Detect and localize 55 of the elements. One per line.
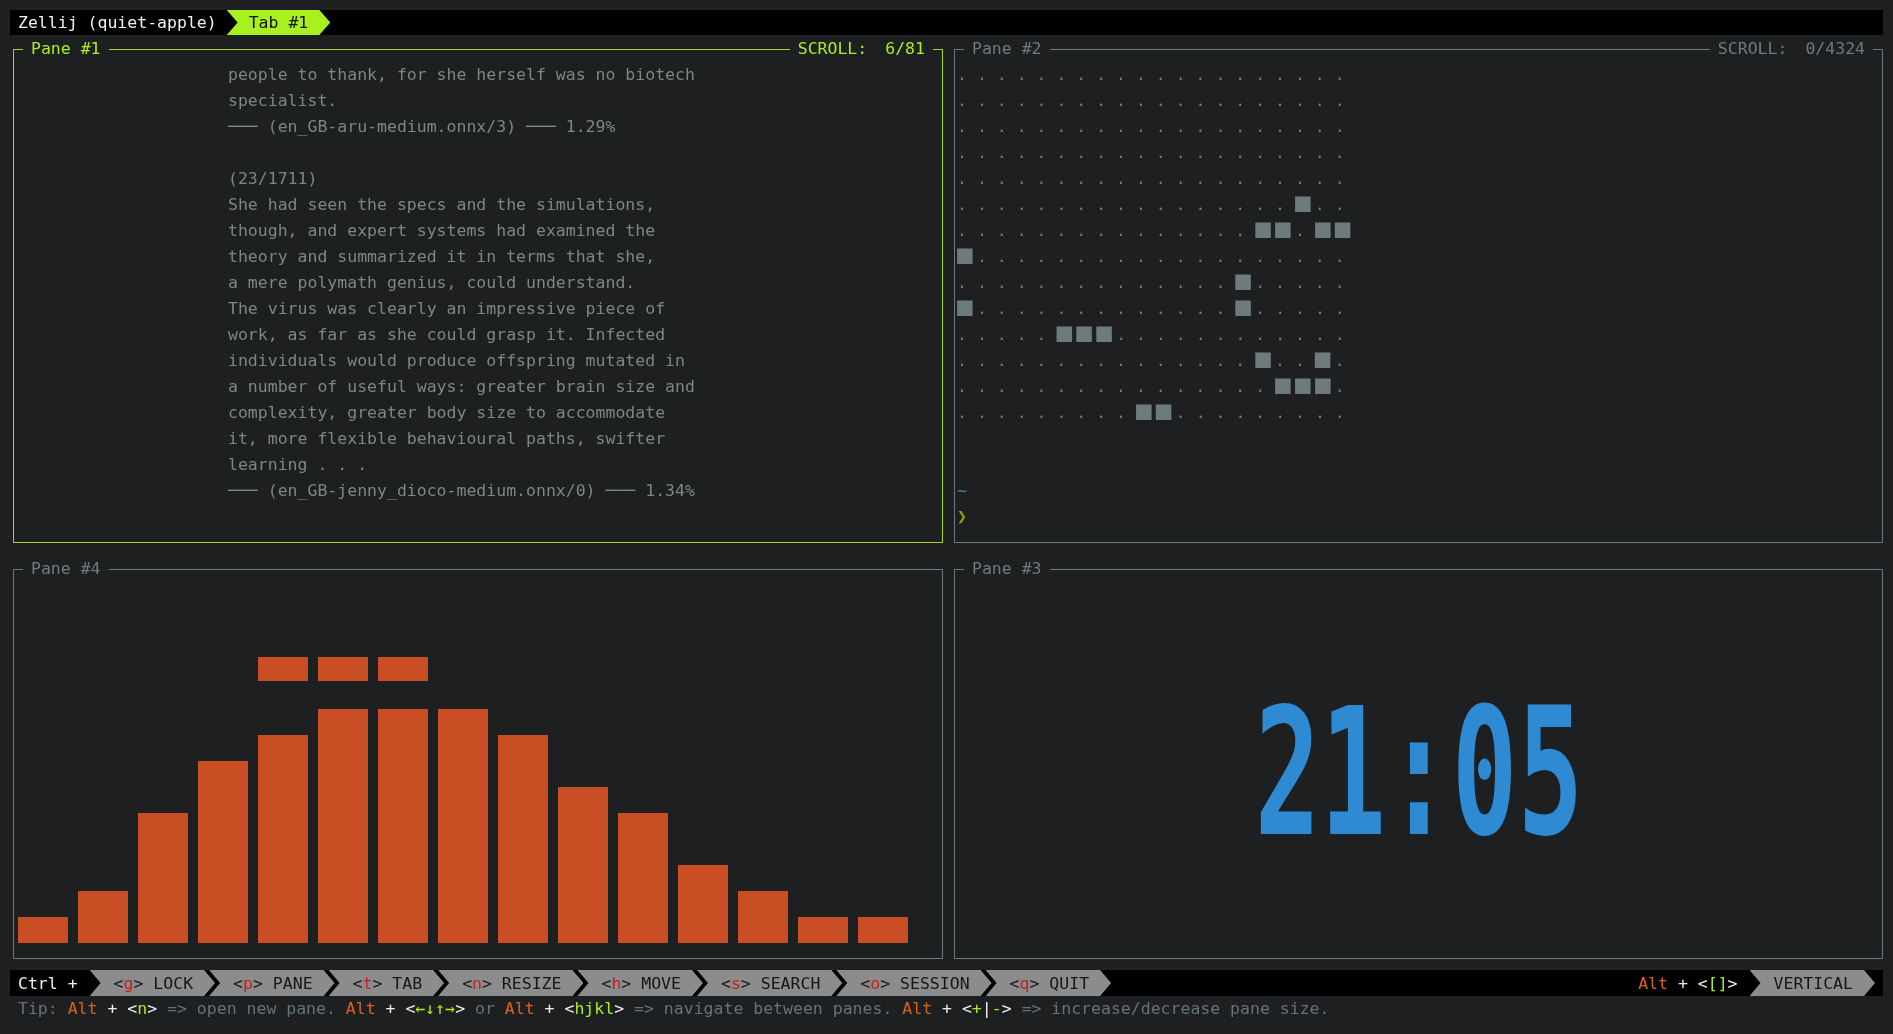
passage-counter: (23/1711) — [228, 168, 319, 190]
mode-button[interactable]: <o> SESSION — [836, 970, 992, 996]
text-line: a number of useful ways: greater brain size and — [228, 376, 696, 398]
grid-row-text: . . . . . . . . . . . . . . . . ■ ■ ■ . — [957, 374, 1346, 400]
tip-text: Tip: Alt + <n> => open new pane. Alt + <←↓↑→> or Alt + <hjkl> => navigate between panes. Alt + <+|-> => increase/decrease pane size. — [17, 998, 1330, 1020]
grid-row-text: . . . . . . . . . . . . . . . . . . . . — [957, 116, 1346, 138]
layout-shortcut: Alt + <[]> — [1638, 973, 1739, 993]
grid-row-text: . . . . . . . . . . . . . . . . . ■ . . — [957, 192, 1346, 218]
text-line: a mere polymath genius, could understand. — [228, 272, 637, 294]
grid-row-text: . . . . . ■ ■ ■ . . . . . . . . . . . . — [957, 322, 1346, 348]
layout-button[interactable]: VERTICAL — [1749, 970, 1875, 996]
grid-row-text: ■ . . . . . . . . . . . . . ■ . . . . . — [957, 296, 1346, 322]
mode-button[interactable]: <q> QUIT — [985, 970, 1112, 996]
grid-row-text: ■ . . . . . . . . . . . . . . . . . . . — [957, 244, 1346, 270]
scroll-label: SCROLL: — [1716, 38, 1789, 60]
grid-row-text: . . . . . . . . . ■ ■ . . . . . . . . . — [957, 400, 1346, 426]
scroll-position: 0/4324 — [1804, 38, 1866, 60]
pane-title: Pane #1 — [30, 38, 102, 60]
grid-row-text: . . . . . . . . . . . . . . . . . . . . — [957, 64, 1346, 86]
scroll-label: SCROLL: — [796, 38, 869, 60]
modifier-label: Ctrl + — [17, 973, 79, 993]
text-line: work, as far as she could grasp it. Infected — [228, 324, 667, 346]
grid-row-text: . . . . . . . . . . . . . . . ■ . . ■ . — [957, 348, 1346, 374]
grid-row-text: . . . . . . . . . . . . . . . ■ ■ . ■ ■ — [957, 218, 1352, 244]
mode-button[interactable]: <h> MOVE — [577, 970, 703, 996]
text-line: learning . . . — [228, 454, 369, 476]
text-line: She had seen the specs and the simulations, — [228, 194, 657, 216]
mode-button[interactable]: <n> RESIZE — [438, 970, 584, 996]
grid-row-text: . . . . . . . . . . . . . . . . . . . . — [957, 142, 1346, 164]
pane-title: Pane #4 — [30, 558, 102, 580]
shell-prompt: ❯ — [957, 506, 967, 528]
voice-caption: ─── (en_GB-jenny_dioco-medium.onnx/0) ─── 1.34% — [228, 480, 696, 502]
pane-title: Pane #2 — [971, 38, 1043, 60]
pane-title: Pane #3 — [971, 558, 1043, 580]
grid-row-text: . . . . . . . . . . . . . . ■ . . . . . — [957, 270, 1346, 296]
text-line: complexity, greater body size to accommodate — [228, 402, 667, 424]
scroll-position: 6/81 — [884, 38, 926, 60]
voice-caption: ─── (en_GB-aru-medium.onnx/3) ─── 1.29% — [228, 116, 617, 138]
mode-button[interactable]: <t> TAB — [328, 970, 445, 996]
text-line: it, more flexible behavioural paths, swifter — [228, 428, 667, 450]
grid-row-text: . . . . . . . . . . . . . . . . . . . . — [957, 90, 1346, 112]
text-line: people to thank, for she herself was no biotech — [228, 64, 696, 86]
text-line: The virus was clearly an impressive piece of — [228, 298, 667, 320]
text-line: individuals would produce offspring mutated in — [228, 350, 686, 372]
text-line: specialist. — [228, 90, 339, 112]
mode-button[interactable]: <p> PANE — [209, 970, 335, 996]
mode-button[interactable]: <s> SEARCH — [696, 970, 843, 996]
clock-time: 21:05 — [1254, 699, 1583, 849]
text-line: though, and expert systems had examined the — [228, 220, 657, 242]
tab[interactable]: Tab #1 — [226, 10, 331, 35]
session-name: Zellij (quiet-apple) — [17, 13, 218, 32]
mode-button[interactable]: <g> LOCK — [89, 970, 216, 996]
working-directory: ~ — [957, 480, 967, 502]
text-line: theory and summarized it in terms that she, — [228, 246, 657, 268]
grid-row-text: . . . . . . . . . . . . . . . . . . . . — [957, 168, 1346, 190]
